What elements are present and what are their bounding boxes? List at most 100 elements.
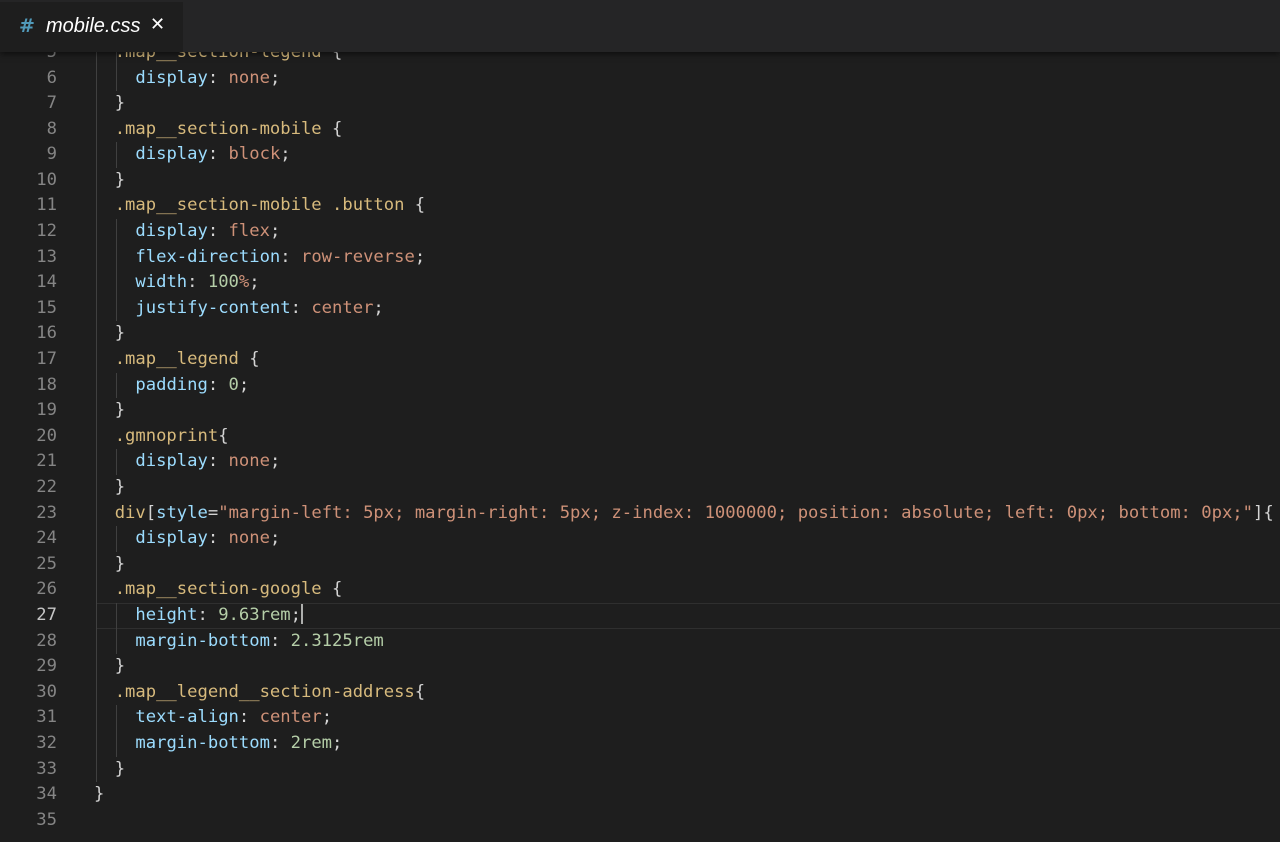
code-token: }: [94, 169, 126, 190]
code-line[interactable]: 14 width: 100%;: [0, 270, 1280, 296]
code-token: }: [94, 323, 126, 344]
code-line[interactable]: 7 }: [0, 91, 1280, 117]
code-token: style: [156, 502, 208, 523]
code-line[interactable]: 15 justify-content: center;: [0, 295, 1280, 322]
code-line[interactable]: 33 }: [0, 756, 1280, 783]
code-line[interactable]: 10 }: [0, 167, 1280, 194]
code-token: }: [94, 656, 126, 677]
code-line[interactable]: 25 }: [0, 551, 1280, 578]
code-line[interactable]: 16 }: [0, 321, 1280, 348]
line-number: 22: [36, 477, 57, 497]
line-code: flex-direction: row-reverse;: [94, 245, 425, 271]
code-line[interactable]: 22 }: [0, 475, 1280, 501]
code-line[interactable]: 32 margin-bottom: 2rem;: [0, 730, 1280, 757]
line-code: .map__legend__section-address{: [94, 680, 425, 706]
code-token: .map__section-mobile .button: [94, 195, 415, 216]
line-code: }: [94, 398, 125, 424]
line-number: 26: [36, 579, 57, 600]
code-line[interactable]: 35: [0, 808, 1280, 834]
code-token: ;: [269, 221, 281, 242]
code-token: }: [94, 784, 105, 805]
code-token: flex-direction: [135, 246, 281, 267]
code-token: [: [145, 502, 157, 523]
code-token: center: [259, 707, 322, 728]
line-number: 10: [36, 169, 57, 190]
code-token: .map__section-mobile: [94, 118, 332, 139]
line-number: 29: [36, 656, 57, 677]
code-line[interactable]: 21 display: none;: [0, 449, 1280, 475]
code-line[interactable]: 23 div[style="margin-left: 5px; margin-r…: [0, 500, 1280, 527]
line-number: 28: [36, 630, 57, 651]
code-line[interactable]: 24 display: none;: [0, 526, 1280, 552]
code-token: {: [414, 195, 426, 216]
code-token: .map__section-legend: [94, 52, 332, 62]
line-number: 19: [36, 400, 57, 421]
code-token: }: [94, 553, 126, 574]
code-line[interactable]: 12 display: flex;: [0, 219, 1280, 245]
code-token: none: [228, 67, 270, 88]
code-token: display: [135, 67, 208, 88]
code-token: justify-content: [135, 297, 291, 318]
code-token: block: [228, 144, 281, 165]
code-line[interactable]: 17 .map__legend {: [0, 347, 1280, 373]
code-token: .gmnoprint: [94, 425, 219, 446]
line-number: 18: [36, 374, 57, 395]
code-line[interactable]: 29 }: [0, 654, 1280, 680]
line-code: display: none;: [94, 66, 280, 92]
code-token: 9.63rem: [218, 604, 291, 625]
code-line[interactable]: 8 .map__section-mobile {: [0, 116, 1280, 143]
line-number: 11: [36, 195, 57, 216]
css-file-icon: #: [19, 15, 35, 37]
code-token: :: [207, 144, 229, 165]
code-line[interactable]: 27 height: 9.63rem;: [0, 602, 1280, 629]
code-token: ;: [269, 528, 281, 549]
code-line[interactable]: 26 .map__section-google {: [0, 577, 1280, 603]
code-token: text-align: [135, 707, 239, 728]
code-token: width: [135, 272, 188, 293]
code-line[interactable]: 9 display: block;: [0, 142, 1280, 168]
line-number: 31: [36, 707, 57, 728]
code-token: :: [207, 67, 229, 88]
code-token: :: [207, 221, 229, 242]
line-code: padding: 0;: [94, 373, 249, 399]
code-line[interactable]: 34}: [0, 782, 1280, 808]
code-line[interactable]: 31 text-align: center;: [0, 705, 1280, 731]
code-token: .map__section-google: [94, 579, 332, 600]
code-line[interactable]: 30 .map__legend__section-address{: [0, 679, 1280, 706]
code-line[interactable]: 11 .map__section-mobile .button {: [0, 193, 1280, 220]
line-code: display: none;: [94, 449, 280, 475]
tab-mobile-css[interactable]: # mobile.css ✕: [0, 2, 183, 52]
code-token: 2rem: [290, 732, 333, 753]
code-line[interactable]: 20 .gmnoprint{: [0, 423, 1280, 450]
line-number: 30: [36, 681, 57, 702]
code-line[interactable]: 13 flex-direction: row-reverse;: [0, 244, 1280, 271]
code-token: %: [238, 272, 250, 293]
line-code: }: [94, 91, 125, 117]
code-token: }: [94, 400, 126, 421]
code-line[interactable]: 6 display: none;: [0, 65, 1280, 92]
code-token: 2.3125rem: [290, 630, 384, 651]
code-token: ;: [332, 732, 343, 753]
close-icon[interactable]: ✕: [150, 14, 165, 35]
code-token: none: [228, 451, 270, 472]
code-line[interactable]: 18 padding: 0;: [0, 372, 1280, 399]
code-line[interactable]: 28 margin-bottom: 2.3125rem: [0, 628, 1280, 655]
code-token: display: [135, 144, 208, 165]
line-number: 16: [36, 323, 57, 344]
code-token: flex: [228, 221, 270, 242]
line-code: .map__section-legend {: [94, 52, 343, 66]
code-editor[interactable]: 5 .map__section-legend {6 display: none;…: [0, 52, 1280, 842]
code-token: display: [135, 528, 208, 549]
code-line[interactable]: 5 .map__section-legend {: [0, 52, 1280, 66]
code-token: :: [187, 272, 208, 293]
line-code: text-align: center;: [94, 705, 332, 731]
code-token: ;: [280, 144, 291, 165]
code-lines: 5 .map__section-legend {6 display: none;…: [0, 52, 1280, 833]
line-number: 14: [36, 272, 57, 293]
code-line[interactable]: 19 }: [0, 398, 1280, 424]
